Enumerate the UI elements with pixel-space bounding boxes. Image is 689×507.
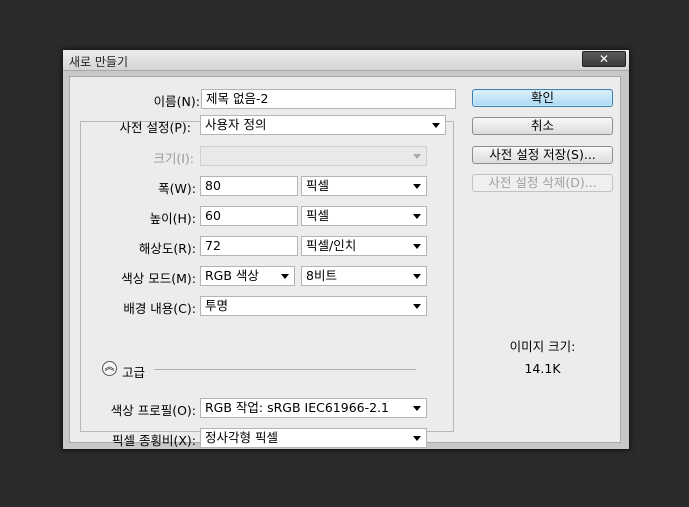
advanced-divider xyxy=(154,369,416,370)
chevron-down-icon xyxy=(413,214,421,219)
pixel-aspect-label: 픽셀 종횡비(X): xyxy=(111,433,196,448)
preset-select[interactable]: 사용자 정의 xyxy=(200,115,446,135)
chevron-down-icon xyxy=(413,154,421,159)
width-label: 폭(W): xyxy=(158,181,196,196)
height-unit-select[interactable]: 픽셀 xyxy=(301,206,427,226)
save-preset-button[interactable]: 사전 설정 저장(S)... xyxy=(472,146,613,164)
background-select[interactable]: 투명 xyxy=(200,296,427,316)
color-profile-label: 색상 프로필(O): xyxy=(110,403,196,418)
chevron-down-icon xyxy=(281,274,289,279)
chevron-down-icon xyxy=(413,304,421,309)
chevron-down-icon xyxy=(413,436,421,441)
cancel-button[interactable]: 취소 xyxy=(472,117,613,135)
background-value: 투명 xyxy=(205,298,229,313)
ok-button[interactable]: 확인 xyxy=(472,89,613,107)
height-input[interactable]: 60 xyxy=(200,206,298,226)
pixel-aspect-select[interactable]: 정사각형 픽셀 xyxy=(200,428,427,448)
dialog-body: 이름(N): 제목 없음-2 사전 설정(P): 사용자 정의 크기(I): 폭… xyxy=(69,76,621,448)
preset-label: 사전 설정(P): xyxy=(119,120,191,135)
color-profile-value: RGB 작업: sRGB IEC61966-2.1 xyxy=(205,400,390,415)
pixel-aspect-value: 정사각형 픽셀 xyxy=(205,430,278,445)
bit-depth-select[interactable]: 8비트 xyxy=(301,266,427,286)
width-unit-value: 픽셀 xyxy=(306,178,330,193)
resolution-unit-select[interactable]: 픽셀/인치 xyxy=(301,236,427,256)
background-label: 배경 내용(C): xyxy=(123,301,196,316)
height-label: 높이(H): xyxy=(149,211,196,226)
resolution-unit-value: 픽셀/인치 xyxy=(306,238,357,253)
chevron-down-icon xyxy=(413,244,421,249)
size-label: 크기(I): xyxy=(153,151,194,166)
new-document-dialog: 새로 만들기 ✕ 이름(N): 제목 없음-2 사전 설정(P): 사용자 정의… xyxy=(62,49,630,450)
height-unit-value: 픽셀 xyxy=(306,208,330,223)
resolution-input[interactable]: 72 xyxy=(200,236,298,256)
close-icon: ✕ xyxy=(598,52,610,66)
resolution-label: 해상도(R): xyxy=(138,241,196,256)
advanced-toggle-label[interactable]: 고급 xyxy=(122,362,145,381)
color-mode-select[interactable]: RGB 색상 xyxy=(200,266,295,286)
name-label: 이름(N): xyxy=(153,94,200,109)
size-select[interactable] xyxy=(200,146,427,166)
chevron-down-icon xyxy=(413,406,421,411)
color-mode-label: 색상 모드(M): xyxy=(121,271,196,286)
bit-depth-value: 8비트 xyxy=(306,268,337,283)
color-profile-select[interactable]: RGB 작업: sRGB IEC61966-2.1 xyxy=(200,398,427,418)
chevron-down-icon xyxy=(432,123,440,128)
image-size-label: 이미지 크기: xyxy=(509,339,576,354)
close-button[interactable]: ✕ xyxy=(582,51,626,67)
title-bar[interactable]: 새로 만들기 ✕ xyxy=(63,50,629,71)
width-input[interactable]: 80 xyxy=(200,176,298,196)
name-input[interactable]: 제목 없음-2 xyxy=(201,89,456,109)
delete-preset-button[interactable]: 사전 설정 삭제(D)... xyxy=(472,174,613,192)
chevron-down-icon xyxy=(413,184,421,189)
width-unit-select[interactable]: 픽셀 xyxy=(301,176,427,196)
preset-value: 사용자 정의 xyxy=(205,117,267,132)
collapse-up-icon[interactable]: ︽ xyxy=(102,361,117,376)
chevron-down-icon xyxy=(413,274,421,279)
image-size-value: 14.1K xyxy=(524,361,561,376)
color-mode-value: RGB 색상 xyxy=(205,268,259,283)
window-title: 새로 만들기 xyxy=(69,55,129,69)
